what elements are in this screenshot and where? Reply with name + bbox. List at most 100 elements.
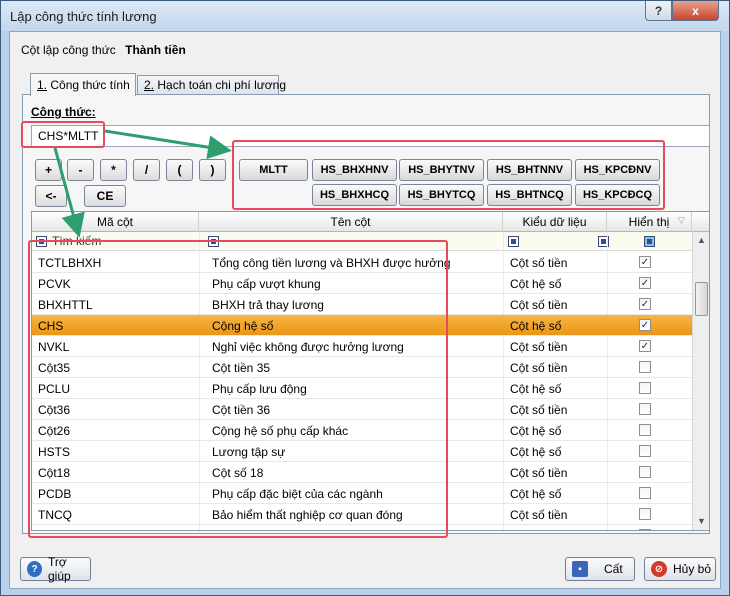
cell-code: Cột26 bbox=[38, 424, 71, 438]
table-row[interactable]: PCVK Phụ cấp vượt khung Cột hệ số ✓ bbox=[32, 273, 692, 294]
tab-accounting[interactable]: 2. Hạch toán chi phí lương bbox=[137, 75, 286, 95]
scroll-up-icon[interactable]: ▲ bbox=[693, 232, 709, 249]
var-hs-kpcdnv-button[interactable]: HS_KPCĐNV bbox=[575, 159, 660, 181]
cancel-icon: ⊘ bbox=[651, 561, 667, 577]
show-checkbox[interactable] bbox=[639, 424, 651, 436]
backspace-button[interactable]: <- bbox=[35, 185, 67, 207]
table-row[interactable]: CHS Cộng hệ số Cột hệ số ✓ bbox=[32, 315, 692, 336]
show-checkbox[interactable] bbox=[639, 382, 651, 394]
show-checkbox[interactable] bbox=[639, 487, 651, 499]
tab-formula[interactable]: 1. Công thức tính bbox=[30, 73, 136, 96]
scroll-thumb[interactable] bbox=[695, 282, 708, 316]
var-hs-bhytcq-button[interactable]: HS_BHYTCQ bbox=[399, 184, 484, 206]
var-hs-bhxhnv-button[interactable]: HS_BHXHNV bbox=[312, 159, 397, 181]
show-checkbox[interactable] bbox=[639, 466, 651, 478]
show-checkbox[interactable] bbox=[639, 361, 651, 373]
title-bar: Lập công thức tính lương ? x bbox=[1, 1, 729, 31]
table-row[interactable]: PCLX Phụ cấp Loại xã Cột hệ số bbox=[32, 525, 692, 530]
plus-button[interactable]: + bbox=[35, 159, 62, 181]
show-checkbox[interactable]: ✓ bbox=[639, 298, 651, 310]
show-checkbox[interactable]: ✓ bbox=[639, 256, 651, 268]
show-checkbox[interactable]: ✓ bbox=[639, 277, 651, 289]
cell-name: Tổng công tiền lương và BHXH được hưởng bbox=[212, 256, 451, 270]
header-name[interactable]: Tên cột bbox=[199, 212, 503, 232]
cell-type: Cột hệ số bbox=[510, 424, 562, 438]
table-row[interactable]: NVKL Nghỉ việc không được hưởng lương Cột … bbox=[32, 336, 692, 357]
cell-name: Phụ cấp lưu động bbox=[212, 382, 307, 396]
save-button[interactable]: ▪ Cất bbox=[565, 557, 635, 581]
clear-button[interactable]: CE bbox=[84, 185, 126, 207]
cell-code: BHXHTTL bbox=[38, 298, 93, 312]
save-disk-icon: ▪ bbox=[572, 561, 588, 577]
table-row[interactable]: PCDB Phụ cấp đặc biệt của các ngành Cột hệ… bbox=[32, 483, 692, 504]
show-checkbox[interactable] bbox=[639, 403, 651, 415]
filter-type-icon[interactable] bbox=[508, 236, 519, 247]
table-row[interactable]: Cột26 Cộng hệ số phụ cấp khác Cột hệ số bbox=[32, 420, 692, 441]
cell-code: PCDB bbox=[38, 487, 72, 501]
divide-button[interactable]: / bbox=[133, 159, 160, 181]
filter-code-input[interactable]: Tìm kiếm bbox=[52, 234, 101, 248]
table-row[interactable]: TCTLBHXH Tổng công tiền lương và BHXH đượ… bbox=[32, 252, 692, 273]
help-titlebar-button[interactable]: ? bbox=[645, 1, 672, 21]
grid-scrollbar[interactable]: ▲ ▼ bbox=[692, 232, 709, 530]
tab-formula-num: 1. bbox=[37, 78, 48, 92]
cell-code: HSTS bbox=[38, 445, 71, 459]
cell-name: Cộng hệ số bbox=[212, 319, 274, 333]
header-type[interactable]: Kiểu dữ liệu bbox=[503, 212, 607, 232]
cell-name: Cột số 18 bbox=[212, 466, 264, 480]
close-button[interactable]: x bbox=[672, 1, 719, 21]
open-paren-button[interactable]: ( bbox=[166, 159, 193, 181]
multiply-button[interactable]: * bbox=[100, 159, 127, 181]
minus-button[interactable]: - bbox=[67, 159, 94, 181]
help-circle-icon: ? bbox=[27, 561, 42, 577]
table-row[interactable]: Cột36 Cột tiền 36 Cột số tiền bbox=[32, 399, 692, 420]
cell-type: Cột hệ số bbox=[510, 319, 562, 333]
scroll-down-icon[interactable]: ▼ bbox=[693, 513, 709, 530]
cell-type: Cột số tiền bbox=[510, 340, 568, 354]
table-row[interactable]: BHXHTTL BHXH trả thay lương Cột số tiền ✓ bbox=[32, 294, 692, 315]
var-hs-kpcdcq-button[interactable]: HS_KPCĐCQ bbox=[575, 184, 660, 206]
cell-code: Cột35 bbox=[38, 361, 71, 375]
show-checkbox[interactable]: ✓ bbox=[639, 340, 651, 352]
cell-type: Cột số tiền bbox=[510, 403, 568, 417]
table-row[interactable]: HSTS Lương tập sự Cột hệ số bbox=[32, 441, 692, 462]
cell-type: Cột số tiền bbox=[510, 256, 568, 270]
cancel-button[interactable]: ⊘ Hủy bỏ bbox=[644, 557, 716, 581]
show-checkbox[interactable] bbox=[639, 445, 651, 457]
header-filter-icon[interactable]: ▽ bbox=[678, 215, 685, 226]
window-title: Lập công thức tính lương bbox=[10, 9, 157, 24]
show-checkbox[interactable]: ✓ bbox=[639, 319, 651, 331]
var-hs-bhtnnv-button[interactable]: HS_BHTNNV bbox=[487, 159, 572, 181]
help-button[interactable]: ? Trợ giúp bbox=[20, 555, 91, 583]
cell-code: Cột18 bbox=[38, 466, 71, 480]
var-hs-bhtncq-button[interactable]: HS_BHTNCQ bbox=[487, 184, 572, 206]
var-mltt-button[interactable]: MLTT bbox=[239, 159, 308, 181]
cell-name: Phụ cấp vượt khung bbox=[212, 277, 321, 291]
cell-type: Cột hệ số bbox=[510, 445, 562, 459]
header-code[interactable]: Mã cột bbox=[32, 212, 199, 232]
help-button-label: Trợ giúp bbox=[48, 555, 71, 583]
table-row[interactable]: TNCQ Bảo hiểm thất nghiệp cơ quan đóng Cột… bbox=[32, 504, 692, 525]
filter-show-icon[interactable] bbox=[644, 236, 655, 247]
cell-code: PCLU bbox=[38, 382, 71, 396]
dialog-body: Cột lập công thức Thành tiền 1. Công thứ… bbox=[9, 31, 721, 589]
tab-formula-label: Công thức tính bbox=[50, 78, 130, 92]
cell-name: Lương tập sự bbox=[212, 445, 286, 459]
formula-input[interactable] bbox=[31, 125, 710, 147]
cell-code: NVKL bbox=[38, 340, 70, 354]
tab-accounting-label: Hạch toán chi phí lương bbox=[157, 78, 287, 92]
show-checkbox[interactable] bbox=[639, 508, 651, 520]
close-paren-button[interactable]: ) bbox=[199, 159, 226, 181]
filter-name-icon[interactable] bbox=[208, 236, 219, 247]
var-hs-bhytnv-button[interactable]: HS_BHYTNV bbox=[399, 159, 484, 181]
show-checkbox[interactable] bbox=[639, 529, 651, 530]
var-hs-bhxhcq-button[interactable]: HS_BHXHCQ bbox=[312, 184, 397, 206]
table-row[interactable]: PCLU Phụ cấp lưu động Cột hệ số bbox=[32, 378, 692, 399]
cell-type: Cột hệ số bbox=[510, 529, 561, 530]
filter-code-icon[interactable] bbox=[36, 236, 47, 247]
cell-type: Cột số tiền bbox=[510, 508, 568, 522]
table-row[interactable]: Cột18 Cột số 18 Cột số tiền bbox=[32, 462, 692, 483]
formula-target: Cột lập công thức Thành tiền bbox=[21, 43, 186, 57]
table-row[interactable]: Cột35 Cột tiền 35 Cột số tiền bbox=[32, 357, 692, 378]
cell-type: Cột số tiền bbox=[510, 361, 568, 375]
